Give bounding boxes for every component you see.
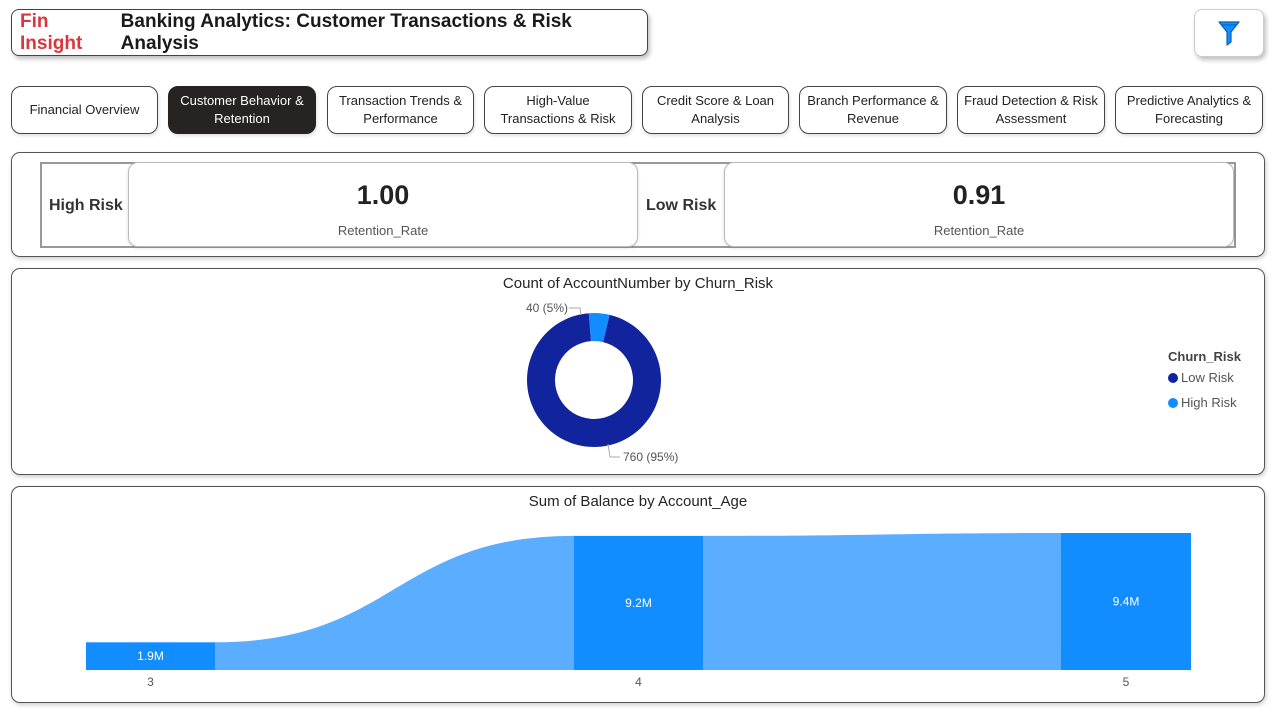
balance-by-account-age-panel: Sum of Balance by Account_Age 1.9M 3 9.2M 4… xyxy=(11,486,1265,703)
x-tick-label: 4 xyxy=(635,675,642,689)
donut-label-high-risk: 40 (5%) xyxy=(526,301,568,315)
tab-branch-performance[interactable]: Branch Performance & Revenue xyxy=(799,86,947,134)
bar-data-label: 9.2M xyxy=(625,596,652,610)
report-title: Fin Insight Banking Analytics: Customer … xyxy=(11,9,648,56)
page-tabs: Financial Overview Customer Behavior & R… xyxy=(11,86,1264,134)
brand-name: Fin Insight xyxy=(20,10,83,54)
tab-label: Predictive Analytics & Forecasting xyxy=(1126,93,1252,126)
ribbon-3-4[interactable] xyxy=(215,535,574,670)
filter-button[interactable] xyxy=(1194,9,1264,57)
tab-fraud-detection[interactable]: Fraud Detection & Risk Assessment xyxy=(957,86,1105,134)
tab-transaction-trends[interactable]: Transaction Trends & Performance xyxy=(327,86,474,134)
tab-high-value-transactions[interactable]: High-Value Transactions & Risk xyxy=(484,86,632,134)
tab-label: Financial Overview xyxy=(29,102,140,117)
kpi-measure: Retention_Rate xyxy=(337,223,429,238)
churn-risk-legend: Churn_Risk Low Risk High Risk xyxy=(1168,349,1241,420)
x-tick-label: 5 xyxy=(1123,675,1130,689)
bar-data-label: 9.4M xyxy=(1113,595,1140,609)
legend-label: Low Risk xyxy=(1181,370,1234,385)
kpi-card-low-risk: 0.91 Retention_Rate xyxy=(724,162,1234,247)
legend-item-low-risk[interactable]: Low Risk xyxy=(1168,370,1241,385)
kpi-card-high-risk: 1.00 Retention_Rate xyxy=(128,162,638,247)
leader-line xyxy=(607,443,620,458)
legend-title: Churn_Risk xyxy=(1168,349,1241,364)
tab-label: Credit Score & Loan Analysis xyxy=(656,93,775,126)
tab-customer-behavior[interactable]: Customer Behavior & Retention xyxy=(168,86,316,134)
kpi-measure: Retention_Rate xyxy=(933,223,1025,238)
kpi-label-high-risk: High Risk xyxy=(49,197,123,214)
funnel-icon xyxy=(1218,21,1240,46)
tab-predictive-analytics[interactable]: Predictive Analytics & Forecasting xyxy=(1115,86,1263,134)
tab-label: Branch Performance & Revenue xyxy=(807,93,939,126)
tab-credit-score[interactable]: Credit Score & Loan Analysis xyxy=(642,86,789,134)
legend-dot xyxy=(1168,372,1178,383)
x-tick-label: 3 xyxy=(147,675,154,689)
tab-financial-overview[interactable]: Financial Overview xyxy=(11,86,158,134)
bar-data-label: 1.9M xyxy=(137,649,164,663)
leader-line xyxy=(569,307,582,316)
page-title: Banking Analytics: Customer Transactions… xyxy=(120,10,572,54)
legend-label: High Risk xyxy=(1181,395,1237,410)
legend-item-high-risk[interactable]: High Risk xyxy=(1168,395,1241,410)
kpi-value: 0.91 xyxy=(952,180,1006,210)
balance-ribbon-chart: 1.9M 3 9.2M 4 9.4M 5 xyxy=(86,533,1191,689)
tab-label: Fraud Detection & Risk Assessment xyxy=(964,93,1098,126)
churn-risk-donut-panel: Count of AccountNumber by Churn_Risk 760… xyxy=(11,268,1265,475)
donut-label-low-risk: 760 (95%) xyxy=(623,450,678,464)
tab-label: High-Value Transactions & Risk xyxy=(500,93,616,126)
legend-dot xyxy=(1168,397,1178,408)
kpi-value: 1.00 xyxy=(356,180,410,210)
churn-risk-donut-chart: 760 (95%) 40 (5%) xyxy=(526,301,678,464)
tab-label: Customer Behavior & Retention xyxy=(180,93,304,126)
kpi-panel: High Risk 1.00 Retention_Rate Low Risk 0… xyxy=(11,152,1265,257)
ribbon-4-5[interactable] xyxy=(703,533,1061,670)
kpi-label-low-risk: Low Risk xyxy=(646,197,717,214)
tab-label: Transaction Trends & Performance xyxy=(338,93,463,126)
